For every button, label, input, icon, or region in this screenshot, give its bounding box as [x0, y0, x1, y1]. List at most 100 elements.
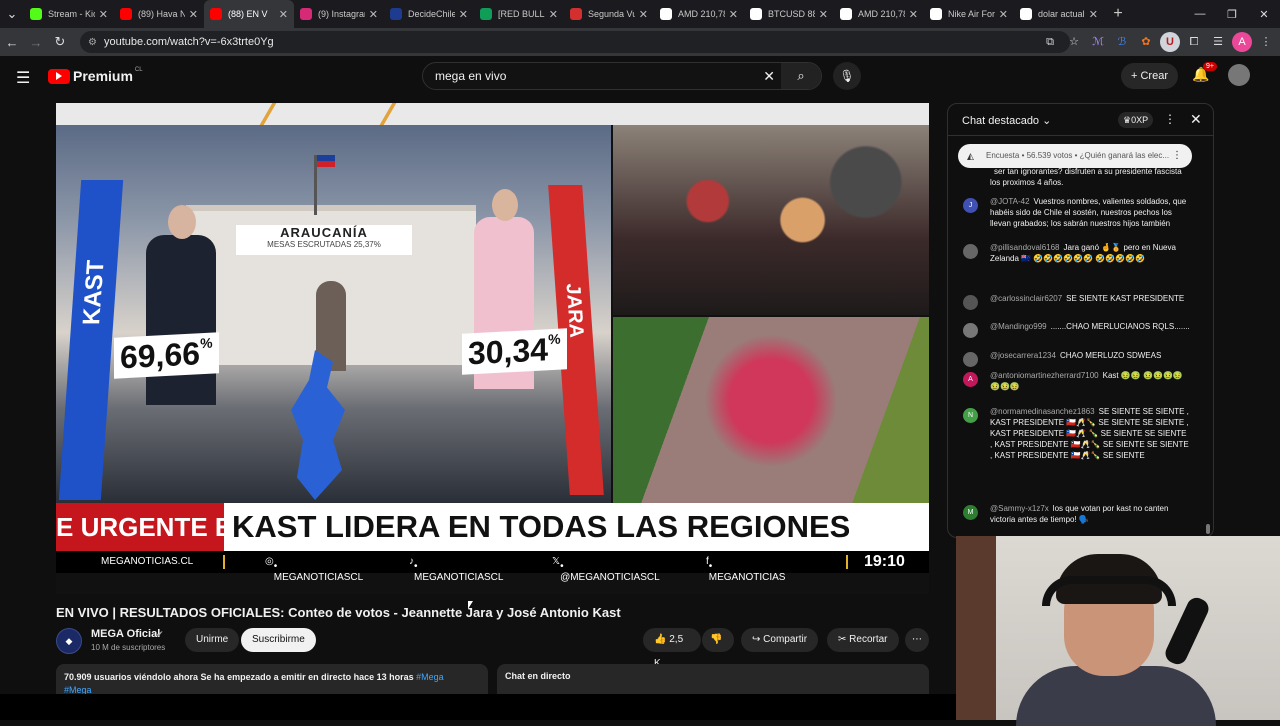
- maximize-icon[interactable]: ❐: [1216, 8, 1248, 21]
- chat-author-avatar[interactable]: A: [963, 372, 978, 387]
- chat-author-avatar[interactable]: N: [963, 408, 978, 423]
- thumbs-up-icon: 👍: [654, 634, 667, 645]
- site-info-icon[interactable]: ⚙: [88, 37, 97, 48]
- chat-author-avatar[interactable]: M: [963, 505, 978, 520]
- chat-author[interactable]: @normamedinasanchez1863: [990, 407, 1095, 416]
- tab-search-icon[interactable]: ⌄: [0, 6, 24, 22]
- video-player[interactable]: KAST JARA ARAUCANÍA MESAS ESCRUTADAS 25,…: [56, 103, 929, 594]
- browser-tab[interactable]: DecideChile ✕: [384, 0, 474, 28]
- tab-close-icon[interactable]: ✕: [459, 8, 468, 21]
- youtube-logo[interactable]: Premium CL: [48, 67, 143, 84]
- hamburger-menu-icon[interactable]: ☰: [16, 68, 30, 88]
- chat-author-avatar[interactable]: [963, 323, 978, 338]
- tab-close-icon[interactable]: ✕: [999, 8, 1008, 21]
- extensions-puzzle-icon[interactable]: ⧠: [1184, 32, 1204, 52]
- tab-title: (89) Hava Na: [138, 9, 185, 19]
- share-button[interactable]: ↪ Compartir: [741, 628, 819, 652]
- microphone-icon[interactable]: 🎙: [833, 62, 861, 90]
- browser-tab[interactable]: AMD 210,78 ✕: [654, 0, 744, 28]
- region-sub: MESAS ESCRUTADAS 25,37%: [267, 240, 381, 249]
- chat-scrollbar[interactable]: [1206, 144, 1210, 534]
- reload-icon[interactable]: ↻: [48, 34, 72, 50]
- browser-tab[interactable]: (89) Hava Na ✕: [114, 0, 204, 28]
- browser-tab[interactable]: (9) Instagram ✕: [294, 0, 384, 28]
- chat-author-avatar[interactable]: [963, 244, 978, 259]
- share-label: Compartir: [763, 634, 808, 645]
- poll-menu-icon[interactable]: ⋮: [1172, 144, 1182, 168]
- chat-author-avatar[interactable]: [963, 352, 978, 367]
- browser-tab[interactable]: [RED BULL F ✕: [474, 0, 564, 28]
- x-handle: 𝕏 • @MEGANOTICIASCL: [552, 556, 660, 583]
- tab-close-icon[interactable]: ✕: [639, 8, 648, 21]
- bookmark-star-icon[interactable]: ☆: [1064, 32, 1084, 52]
- scroll-thumb[interactable]: [1206, 524, 1210, 534]
- chat-author[interactable]: @Mandingo999: [990, 322, 1047, 331]
- chat-author[interactable]: @Sammy-x1z7x: [990, 504, 1049, 513]
- chat-menu-icon[interactable]: ⋮: [1164, 112, 1176, 126]
- browser-tab[interactable]: Nike Air For ✕: [924, 0, 1014, 28]
- poll-text: Encuesta • 56.539 votos • ¿Quién ganará …: [986, 151, 1170, 160]
- back-icon[interactable]: ←: [0, 35, 24, 50]
- extension-icon[interactable]: ℳ: [1088, 32, 1108, 52]
- browser-menu-icon[interactable]: ⋮: [1256, 32, 1276, 52]
- dislike-button[interactable]: 👎: [702, 628, 734, 652]
- urgente-tag: E URGENTE EN: [56, 503, 224, 551]
- close-icon[interactable]: ✕: [1190, 111, 1202, 128]
- chat-mode-dropdown[interactable]: Chat destacado ⌄: [962, 114, 1051, 127]
- xp-badge[interactable]: ♛0XP: [1118, 112, 1154, 128]
- youtube-header: ☰ Premium CL mega en vivo ✕ ⌕ 🎙 + Crear …: [0, 56, 1280, 98]
- search-icon[interactable]: ⌕: [781, 63, 821, 89]
- browser-tab[interactable]: Segunda Vu ✕: [564, 0, 654, 28]
- browser-tab[interactable]: (88) EN V ✕: [204, 0, 294, 28]
- chat-author[interactable]: @carlossinclair6207: [990, 294, 1062, 303]
- tab-close-icon[interactable]: ✕: [1089, 8, 1098, 21]
- chat-author-avatar[interactable]: [963, 295, 978, 310]
- forward-icon[interactable]: →: [24, 35, 48, 50]
- search-input[interactable]: mega en vivo ✕ ⌕: [422, 62, 822, 90]
- browser-tab[interactable]: AMD 210,78 ✕: [834, 0, 924, 28]
- chat-author[interactable]: @pillisandoval6168: [990, 243, 1060, 252]
- tab-close-icon[interactable]: ✕: [549, 8, 558, 21]
- cast-icon[interactable]: ⧉: [1040, 32, 1060, 52]
- chat-author[interactable]: @antoniomartinezherrard7100: [990, 371, 1099, 380]
- more-actions-icon[interactable]: ⋯: [905, 628, 929, 652]
- close-window-icon[interactable]: ✕: [1248, 8, 1280, 21]
- hashtag[interactable]: #Mega: [416, 672, 444, 682]
- tab-close-icon[interactable]: ✕: [909, 8, 918, 21]
- profile-avatar[interactable]: A: [1232, 32, 1252, 52]
- chat-author[interactable]: @josecarrera1234: [990, 351, 1056, 360]
- extension-icon[interactable]: ℬ: [1112, 32, 1132, 52]
- clear-search-icon[interactable]: ✕: [763, 68, 775, 85]
- poll-banner[interactable]: ◭ Encuesta • 56.539 votos • ¿Quién ganar…: [958, 144, 1192, 168]
- channel-name[interactable]: MEGA Oficial: [91, 628, 160, 640]
- viewers-info: 70.909 usuarios viéndolo ahora Se ha emp…: [64, 672, 414, 682]
- tab-close-icon[interactable]: ✕: [369, 8, 378, 21]
- tab-close-icon[interactable]: ✕: [279, 8, 288, 21]
- extension-icon[interactable]: U: [1160, 32, 1180, 52]
- chat-author[interactable]: @JOTA-42: [990, 197, 1030, 206]
- channel-avatar[interactable]: ◆: [56, 628, 82, 654]
- browser-tab[interactable]: dolar actual ✕: [1014, 0, 1104, 28]
- tab-close-icon[interactable]: ✕: [189, 8, 198, 21]
- minimize-icon[interactable]: —: [1184, 8, 1216, 20]
- chat-author-avatar[interactable]: J: [963, 198, 978, 213]
- join-button[interactable]: Unirme: [185, 628, 240, 652]
- tab-close-icon[interactable]: ✕: [819, 8, 828, 21]
- browser-tab[interactable]: BTCUSD 88,5 ✕: [744, 0, 834, 28]
- new-tab-button[interactable]: +: [1104, 5, 1132, 23]
- subscribe-button[interactable]: Suscribirme: [241, 628, 316, 652]
- xp-value: 0XP: [1131, 115, 1149, 125]
- tab-title: AMD 210,78: [678, 9, 725, 19]
- avatar[interactable]: [1228, 64, 1250, 86]
- extension-icon[interactable]: ✿: [1136, 32, 1156, 52]
- address-bar[interactable]: ⚙ youtube.com/watch?v=-6x3trte0Yg: [80, 31, 1070, 53]
- browser-tab[interactable]: Stream - Kick ✕: [24, 0, 114, 28]
- url-text: youtube.com/watch?v=-6x3trte0Yg: [104, 36, 274, 48]
- reading-list-icon[interactable]: ☰: [1208, 32, 1228, 52]
- clip-button[interactable]: ✂ Recortar: [827, 628, 899, 652]
- like-button[interactable]: 👍 2,5 K: [643, 628, 701, 669]
- region-name: ARAUCANÍA: [280, 225, 368, 240]
- create-button[interactable]: + Crear: [1121, 63, 1178, 89]
- tab-close-icon[interactable]: ✕: [729, 8, 738, 21]
- tab-close-icon[interactable]: ✕: [99, 8, 108, 21]
